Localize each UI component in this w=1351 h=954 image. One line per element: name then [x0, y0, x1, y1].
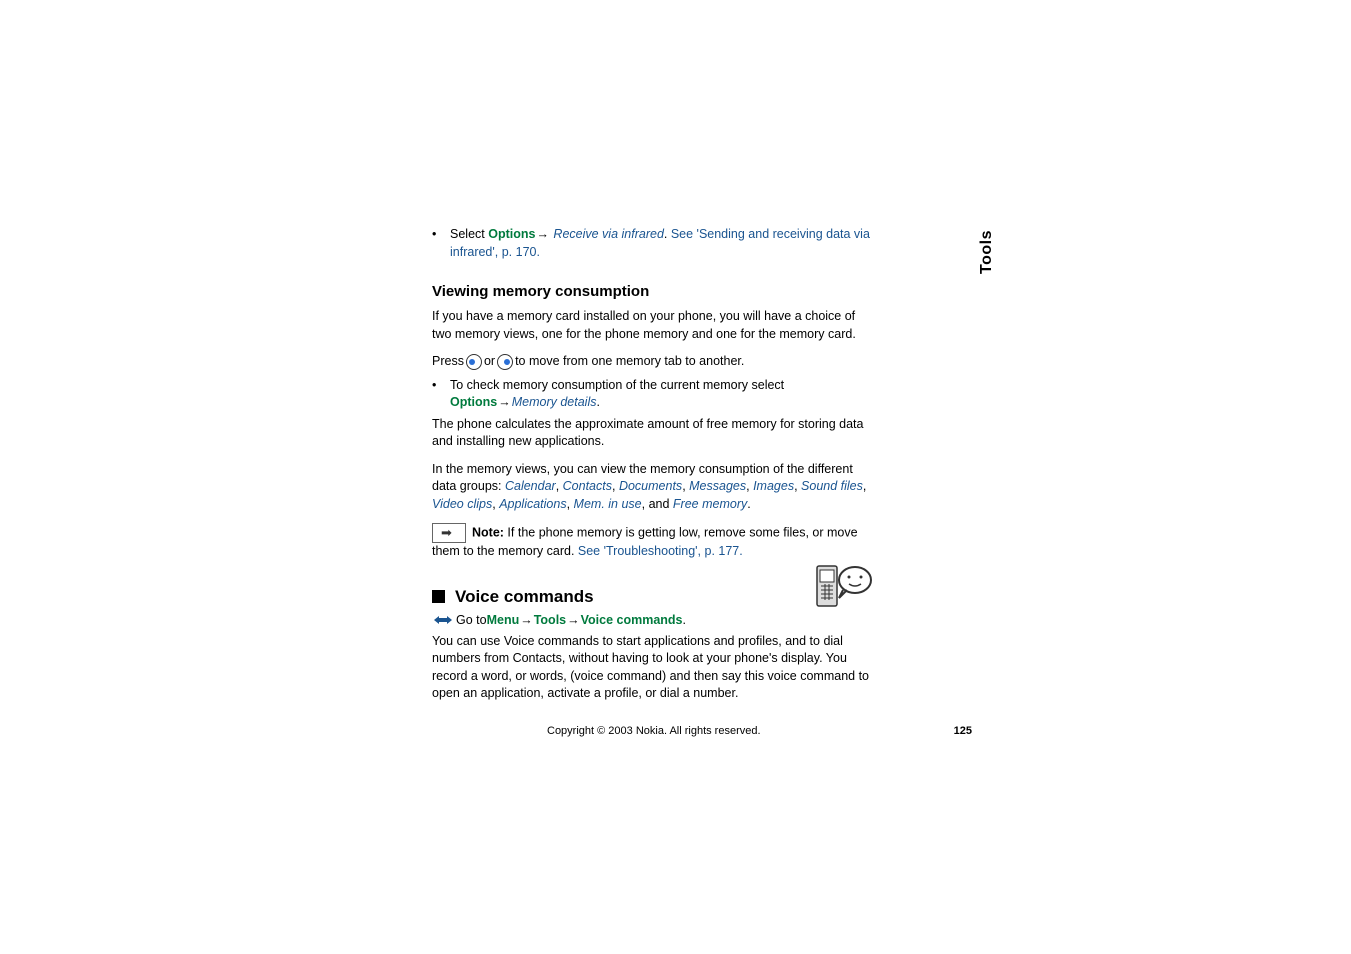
- group-freememory: Free memory: [673, 497, 747, 511]
- menu-link[interactable]: Menu: [487, 613, 520, 627]
- options-link[interactable]: Options: [450, 395, 497, 409]
- memory-calc-text: The phone calculates the approximate amo…: [432, 416, 872, 451]
- text: Press: [432, 353, 464, 371]
- voice-commands-title: Voice commands: [455, 587, 594, 607]
- bullet-text: To check memory consumption of the curre…: [450, 377, 872, 412]
- nav-left-icon: [466, 354, 482, 370]
- group-calendar: Calendar: [505, 479, 556, 493]
- voice-commands-link[interactable]: Voice commands: [581, 613, 683, 627]
- note-icon: [432, 523, 466, 543]
- text: .: [683, 613, 686, 627]
- group-soundfiles: Sound files: [801, 479, 863, 493]
- bullet-infrared: • Select Options→ Receive via infrared. …: [432, 226, 872, 261]
- group-images: Images: [753, 479, 794, 493]
- group-meminuse: Mem. in use: [574, 497, 642, 511]
- troubleshooting-link[interactable]: See 'Troubleshooting', p. 177.: [578, 544, 743, 558]
- nav-right-icon: [497, 354, 513, 370]
- section-marker-icon: [432, 590, 445, 603]
- copyright-text: Copyright © 2003 Nokia. All rights reser…: [547, 725, 761, 737]
- options-link[interactable]: Options: [488, 227, 535, 241]
- bullet-dot: •: [432, 377, 450, 412]
- note-label: Note:: [472, 525, 504, 539]
- group-contacts: Contacts: [563, 479, 612, 493]
- arrow-icon: →: [567, 613, 580, 627]
- receive-infrared-link[interactable]: Receive via infrared: [553, 227, 663, 241]
- text: Select: [450, 227, 488, 241]
- phone-voice-icon: [813, 560, 873, 620]
- goto-line: Go to Menu→ Tools→ Voice commands.: [434, 613, 872, 627]
- note-paragraph: Note: If the phone memory is getting low…: [432, 523, 872, 561]
- page-footer: Copyright © 2003 Nokia. All rights reser…: [432, 725, 972, 737]
- text: to move from one memory tab to another.: [515, 353, 744, 371]
- arrow-icon: →: [520, 613, 533, 627]
- bullet-text: Select Options→ Receive via infrared. Se…: [450, 226, 872, 261]
- text: To check memory consumption of the curre…: [450, 378, 784, 392]
- memory-intro-text: If you have a memory card installed on y…: [432, 308, 872, 343]
- arrow-icon: →: [498, 395, 511, 409]
- text: , and: [642, 497, 673, 511]
- text: Go to: [456, 613, 487, 627]
- text: .: [596, 395, 599, 409]
- group-videoclips: Video clips: [432, 497, 492, 511]
- group-applications: Applications: [499, 497, 566, 511]
- tools-link[interactable]: Tools: [534, 613, 566, 627]
- page-content: • Select Options→ Receive via infrared. …: [432, 226, 872, 713]
- press-line: Press or to move from one memory tab to …: [432, 353, 872, 371]
- arrow-icon: →: [536, 227, 549, 241]
- goto-arrow-icon: [434, 613, 452, 627]
- text: .: [747, 497, 750, 511]
- group-documents: Documents: [619, 479, 682, 493]
- bullet-memory-check: • To check memory consumption of the cur…: [432, 377, 872, 412]
- bullet-dot: •: [432, 226, 450, 261]
- memory-details-link[interactable]: Memory details: [512, 395, 597, 409]
- memory-groups-text: In the memory views, you can view the me…: [432, 461, 872, 514]
- voice-commands-heading: Voice commands: [432, 587, 872, 607]
- group-messages: Messages: [689, 479, 746, 493]
- page-number: 125: [954, 725, 972, 737]
- heading-memory: Viewing memory consumption: [432, 283, 872, 300]
- text: .: [664, 227, 671, 241]
- side-section-label: Tools: [978, 230, 996, 274]
- text: or: [484, 353, 495, 371]
- voice-intro-text: You can use Voice commands to start appl…: [432, 633, 872, 703]
